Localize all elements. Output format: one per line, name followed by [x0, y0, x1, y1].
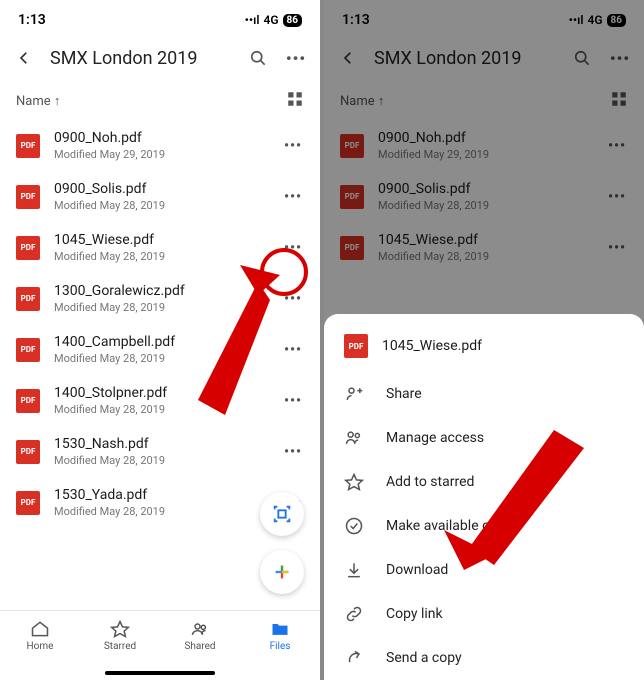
annotation-arrow [170, 260, 300, 450]
home-indicator [105, 671, 215, 675]
pdf-icon: PDF [16, 134, 40, 158]
pdf-icon: PDF [16, 338, 40, 362]
overflow-button[interactable]: ••• [284, 46, 308, 70]
nav-home[interactable]: Home [0, 619, 80, 680]
fab-stack [260, 492, 304, 594]
file-meta: Modified May 29, 2019 [54, 148, 268, 161]
search-button[interactable] [246, 46, 270, 70]
pdf-icon: PDF [16, 236, 40, 260]
file-more-button[interactable]: ••• [282, 138, 304, 154]
bottom-nav: Home Starred Shared Files [0, 610, 320, 680]
scan-fab[interactable] [260, 492, 304, 536]
signal-icon: ••ıl [245, 13, 260, 27]
back-button[interactable] [12, 46, 36, 70]
status-right: ••ıl 4G 86 [245, 13, 302, 27]
view-grid-icon[interactable] [286, 90, 304, 112]
file-name: 1530_Yada.pdf [54, 487, 268, 503]
sheet-copy-link[interactable]: Copy link [324, 592, 644, 636]
file-name: 0900_Solis.pdf [54, 181, 268, 197]
status-bar: 1:13 ••ıl 4G 86 [0, 0, 320, 36]
file-meta: Modified May 28, 2019 [54, 454, 268, 467]
file-name: 1045_Wiese.pdf [54, 232, 268, 248]
pdf-icon: PDF [16, 185, 40, 209]
sort-row[interactable]: Name ↑ [0, 80, 320, 120]
status-time: 1:13 [18, 12, 46, 28]
folder-title: SMX London 2019 [50, 48, 232, 69]
add-fab[interactable] [260, 550, 304, 594]
network-label: 4G [263, 13, 278, 27]
sheet-header: PDF 1045_Wiese.pdf [324, 328, 644, 372]
file-meta: Modified May 28, 2019 [54, 199, 268, 212]
pdf-icon: PDF [16, 287, 40, 311]
file-meta: Modified May 28, 2019 [54, 505, 268, 518]
annotation-arrow [434, 420, 584, 590]
file-name: 0900_Noh.pdf [54, 130, 268, 146]
app-header: SMX London 2019 ••• [0, 36, 320, 80]
pdf-icon: PDF [16, 491, 40, 515]
pdf-icon: PDF [344, 334, 368, 358]
nav-files[interactable]: Files [240, 619, 320, 680]
file-more-button[interactable]: ••• [282, 189, 304, 205]
pdf-icon: PDF [16, 389, 40, 413]
phone-left: 1:13 ••ıl 4G 86 SMX London 2019 ••• Name… [0, 0, 320, 680]
sheet-share[interactable]: Share [324, 372, 644, 416]
file-row[interactable]: PDF 0900_Solis.pdf Modified May 28, 2019… [0, 171, 320, 222]
sort-label[interactable]: Name ↑ [16, 93, 60, 109]
sheet-file-name: 1045_Wiese.pdf [382, 338, 482, 354]
phone-right: 1:13 ••ıl 4G 86 SMX London 2019 ••• Name… [324, 0, 644, 680]
battery-badge: 86 [283, 14, 302, 27]
file-row[interactable]: PDF 0900_Noh.pdf Modified May 29, 2019 •… [0, 120, 320, 171]
sheet-send-copy[interactable]: Send a copy [324, 636, 644, 680]
pdf-icon: PDF [16, 440, 40, 464]
